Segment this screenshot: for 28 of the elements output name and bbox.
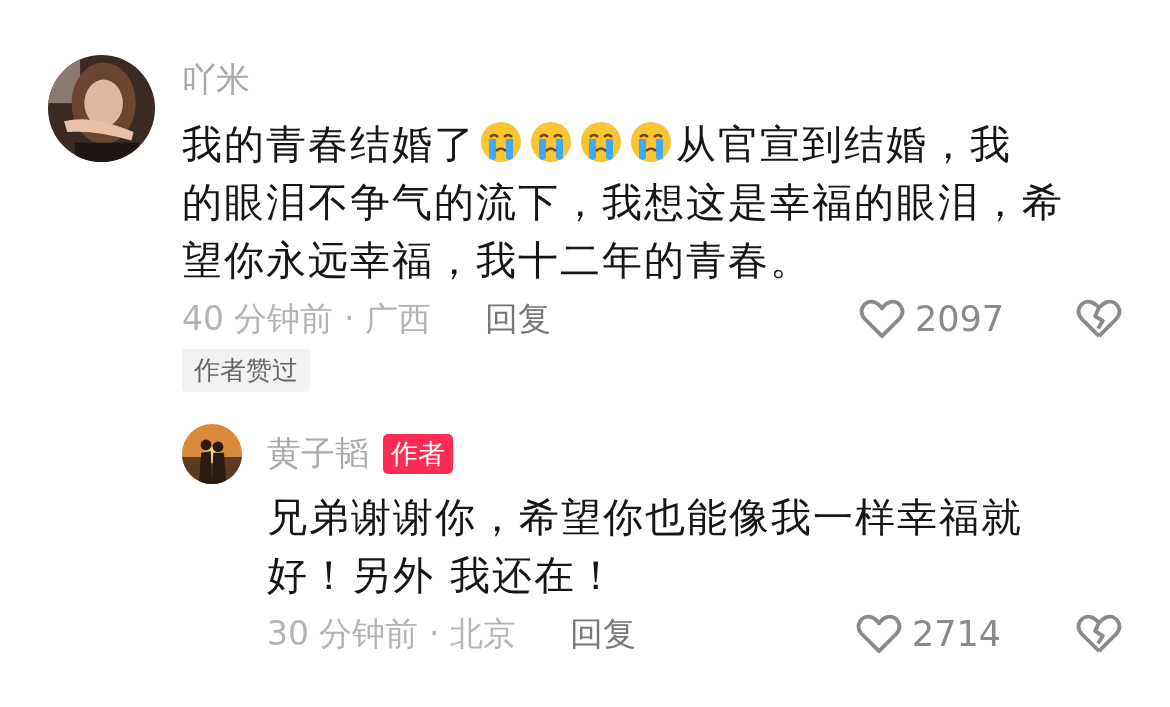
like-count: 2097 [914, 299, 1004, 339]
heart-icon [855, 613, 902, 655]
comment-text: 好！另外 我还在！ [267, 552, 618, 598]
username[interactable]: 黄子韬 [267, 431, 369, 477]
broken-heart-icon [1076, 298, 1122, 340]
comment-time: 40 分钟前 · 广西 [182, 297, 431, 340]
crying-face-icon [629, 120, 673, 164]
reply-button[interactable]: 回复 [484, 296, 551, 342]
dislike-button[interactable] [1076, 298, 1122, 340]
comment-text: 兄弟谢谢你，希望你也能像我一样幸福就 [267, 494, 1023, 540]
broken-heart-icon [1076, 613, 1122, 655]
username[interactable]: 吖米 [182, 57, 250, 103]
comment-text: 从官宣到结婚，我 [676, 121, 1012, 167]
author-badge: 作者 [383, 434, 453, 474]
comment-text: 的眼泪不争气的流下，我想这是幸福的眼泪，希 [182, 179, 1064, 225]
crying-face-icon [479, 120, 523, 164]
comment-text: 望你永远幸福，我十二年的青春。 [182, 237, 812, 283]
like-button[interactable] [855, 613, 902, 655]
crying-face-icon [579, 120, 623, 164]
crying-face-icon [529, 120, 573, 164]
dislike-button[interactable] [1076, 613, 1122, 655]
like-count: 2714 [911, 614, 1001, 654]
reply-button[interactable]: 回复 [569, 611, 636, 657]
comment-time: 30 分钟前 · 北京 [267, 612, 516, 655]
author-liked-tag: 作者赞过 [182, 349, 310, 392]
comment-text: 我的青春结婚了 [182, 121, 476, 167]
like-button[interactable] [858, 298, 905, 340]
heart-icon [858, 298, 905, 340]
